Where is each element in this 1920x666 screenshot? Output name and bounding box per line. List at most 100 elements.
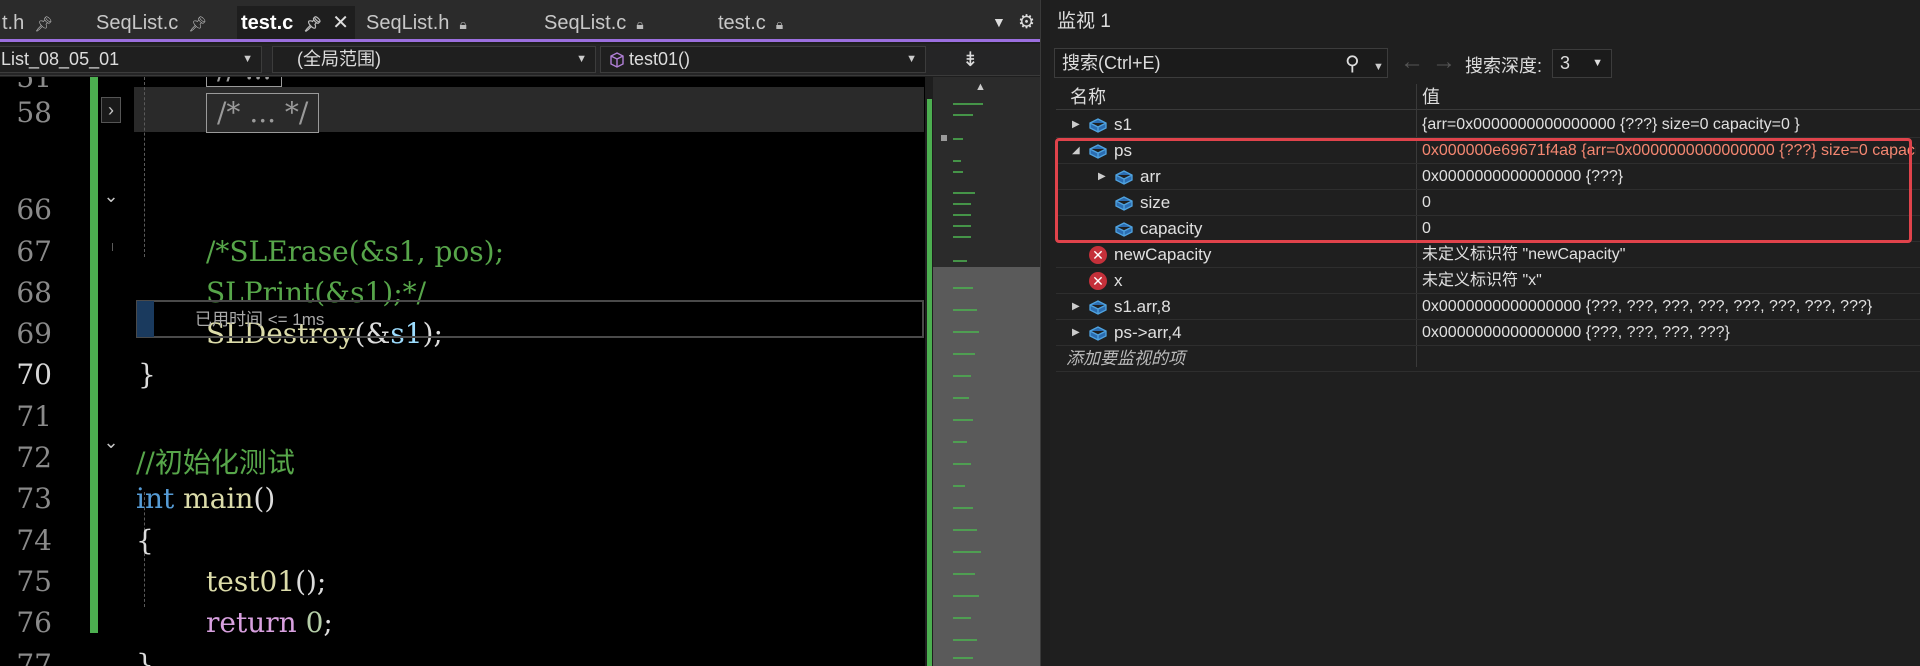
code-area[interactable]: 51 // ... 58 66 67 68 69 70 71 72 73 74 …: [0, 77, 925, 666]
grid-header: 名称 值: [1056, 84, 1920, 110]
watch-name: x: [1114, 271, 1123, 290]
pane-splitter[interactable]: [1040, 0, 1050, 666]
minimap-line: [953, 375, 971, 377]
watch-value[interactable]: 未定义标识符 "newCapacity": [1422, 242, 1916, 268]
collapsed-comment-box[interactable]: /* ... */: [206, 93, 320, 133]
code-editor: t.h 📌︎ SeqList.c 📌︎ test.c 📌︎ ✕ SeqList.h 🔒︎ …: [0, 0, 1040, 666]
watch-search-input[interactable]: 搜索(Ctrl+E) ⚲ ▼: [1054, 48, 1388, 78]
watch-value[interactable]: 0: [1422, 216, 1916, 242]
tab-test-c-active[interactable]: test.c 📌︎ ✕: [237, 6, 355, 39]
watch-value[interactable]: 0x0000000000000000 {???}: [1422, 164, 1916, 190]
search-icon[interactable]: ⚲: [1345, 50, 1360, 78]
arrow-left-icon[interactable]: ←: [1400, 48, 1424, 76]
watch-row[interactable]: ◢ ps 0x000000e69671f4a8 {arr=0x000000000…: [1056, 138, 1920, 164]
column-header-name[interactable]: 名称: [1070, 84, 1106, 110]
line-number: 51: [16, 77, 52, 94]
function-dropdown[interactable]: test01() ▼: [600, 46, 926, 73]
pin-icon[interactable]: 📌︎: [188, 10, 207, 40]
watch-name: ps: [1114, 141, 1132, 160]
minimap-line: [953, 103, 983, 105]
expand-triangle-icon[interactable]: ▶: [1072, 112, 1080, 138]
line-number: 68: [16, 276, 52, 309]
pin-icon[interactable]: 📌︎: [303, 8, 322, 42]
collapse-fold-icon[interactable]: ⌄: [102, 433, 120, 451]
minimap-line: [953, 114, 973, 116]
minimap-line: [953, 353, 975, 355]
minimap-line: [953, 595, 979, 597]
add-watch-placeholder[interactable]: 添加要监视的项: [1066, 346, 1185, 372]
chevron-down-icon[interactable]: ▼: [1373, 53, 1384, 81]
collapsed-code-box[interactable]: // ...: [206, 77, 283, 87]
watch-value[interactable]: 0x000000e69671f4a8 {arr=0x00000000000000…: [1422, 138, 1916, 164]
scope-dropdown[interactable]: (全局范围) ▼: [272, 46, 596, 73]
watch-value[interactable]: 未定义标识符 "x": [1422, 268, 1916, 294]
tab-t-h[interactable]: t.h 📌︎: [0, 8, 54, 40]
split-editor-icon[interactable]: ⇟: [962, 47, 979, 72]
minimap-line: [953, 485, 965, 487]
watch-row[interactable]: ✕ newCapacity 未定义标识符 "newCapacity": [1056, 242, 1920, 268]
minimap-line: [953, 441, 967, 443]
project-name: List_08_05_01: [1, 49, 120, 69]
line-number: 58: [16, 96, 52, 129]
method-cube-icon: [610, 52, 624, 68]
minimap-line: [953, 225, 971, 227]
code-line-76: return 0;: [206, 606, 333, 639]
tab-label: SeqList.h: [366, 12, 450, 34]
gear-icon[interactable]: ⚙: [1018, 11, 1035, 34]
expand-triangle-icon[interactable]: ▶: [1072, 320, 1080, 346]
code-punctuation: ;: [323, 606, 333, 639]
tab-seqlist-c[interactable]: SeqList.c 🔒︎: [540, 8, 644, 38]
expand-triangle-icon[interactable]: ▶: [1072, 294, 1080, 320]
project-dropdown[interactable]: List_08_05_01 ▼: [0, 46, 262, 73]
line-number: 69: [16, 317, 52, 350]
struct-icon: [1089, 144, 1107, 159]
watch-value[interactable]: 0: [1422, 190, 1916, 216]
code-line-77: }: [136, 648, 154, 666]
function-name: test01(): [629, 49, 691, 69]
watch-row[interactable]: ▶ arr 0x0000000000000000 {???}: [1056, 164, 1920, 190]
expand-triangle-icon[interactable]: ▶: [1098, 164, 1106, 190]
navigation-bar: List_08_05_01 ▼ (全局范围) ▼ test01() ▼ ⇟: [0, 44, 1040, 76]
watch-value[interactable]: {arr=0x0000000000000000 {???} size=0 cap…: [1422, 112, 1916, 138]
watch-value[interactable]: 0x0000000000000000 {???, ???, ???, ???, …: [1422, 294, 1916, 320]
arrow-right-icon[interactable]: →: [1432, 48, 1456, 76]
close-icon[interactable]: ✕: [332, 6, 349, 40]
pin-icon[interactable]: 📌︎: [34, 10, 53, 40]
watch-name: newCapacity: [1114, 245, 1212, 264]
tab-test-c[interactable]: test.c 🔒︎: [714, 8, 783, 38]
lock-icon: 🔒︎: [459, 16, 467, 32]
minimap-line: [953, 236, 971, 238]
watch-row[interactable]: ✕ x 未定义标识符 "x": [1056, 268, 1920, 294]
minimap-line: [953, 214, 971, 216]
minimap-change-bar: [927, 99, 932, 666]
minimap-viewport[interactable]: [933, 267, 1040, 666]
minimap[interactable]: ▲: [925, 77, 1040, 666]
minimap-line: [953, 192, 975, 194]
minimap-line: [953, 397, 969, 399]
watch-row[interactable]: size 0: [1056, 190, 1920, 216]
collapse-triangle-icon[interactable]: ◢: [1072, 138, 1080, 164]
tab-seqlist-h[interactable]: SeqList.h 🔒︎: [362, 8, 467, 38]
watch-name: capacity: [1140, 219, 1203, 238]
watch-row[interactable]: ▶ s1 {arr=0x0000000000000000 {???} size=…: [1056, 112, 1920, 138]
search-depth-select[interactable]: 3 ▼: [1552, 49, 1612, 78]
line-number: 66: [16, 193, 52, 226]
minimap-line: [953, 573, 975, 575]
watch-row[interactable]: ▶ s1.arr,8 0x0000000000000000 {???, ???,…: [1056, 294, 1920, 320]
add-watch-row[interactable]: 添加要监视的项: [1056, 346, 1920, 372]
tab-seqlist-c-pinned[interactable]: SeqList.c 📌︎: [92, 8, 208, 40]
watch-row[interactable]: capacity 0: [1056, 216, 1920, 242]
minimap-line: [953, 331, 979, 333]
document-tab-bar: t.h 📌︎ SeqList.c 📌︎ test.c 📌︎ ✕ SeqList.h 🔒︎ …: [0, 0, 1040, 42]
tab-overflow-dropdown-icon[interactable]: ▼: [992, 14, 1006, 30]
expand-fold-icon[interactable]: ›: [101, 97, 121, 123]
minimap-line: [953, 160, 961, 162]
watch-row[interactable]: ▶ ps->arr,4 0x0000000000000000 {???, ???…: [1056, 320, 1920, 346]
collapse-fold-icon[interactable]: ⌄: [102, 187, 120, 205]
watch-window: 监视 1 搜索(Ctrl+E) ⚲ ▼ ← → 搜索深度: 3 ▼ 名称 值 ▶ …: [1050, 0, 1920, 666]
function-call: test01: [206, 565, 296, 598]
column-header-value[interactable]: 值: [1422, 84, 1440, 110]
watch-value[interactable]: 0x0000000000000000 {???, ???, ???, ???}: [1422, 320, 1916, 346]
scroll-up-arrow-icon[interactable]: ▲: [975, 81, 986, 93]
minimap-line: [953, 657, 973, 659]
